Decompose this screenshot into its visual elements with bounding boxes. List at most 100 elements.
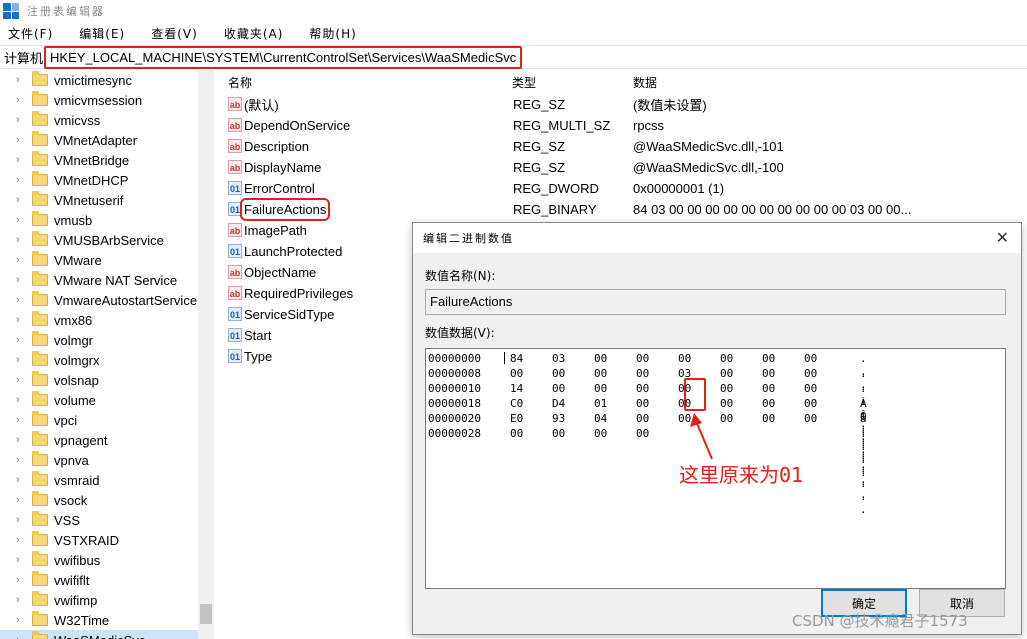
value-row[interactable]: 01 ErrorControl REG_DWORD 0x00000001 (1) — [222, 178, 1027, 199]
hex-byte[interactable]: 00 — [720, 352, 733, 365]
hex-byte[interactable]: 00 — [594, 427, 607, 440]
hex-byte[interactable]: 00 — [762, 412, 775, 425]
tree-item[interactable]: › vsmraid — [0, 470, 213, 490]
tree-item[interactable]: › vpnva — [0, 450, 213, 470]
hex-byte[interactable]: 00 — [594, 352, 607, 365]
chevron-right-icon[interactable]: › — [16, 574, 26, 586]
hex-byte[interactable]: 00 — [552, 427, 565, 440]
tree-item[interactable]: › VMnetAdapter — [0, 130, 213, 150]
tree-item[interactable]: › VMnetDHCP — [0, 170, 213, 190]
tree-item[interactable]: › vsock — [0, 490, 213, 510]
tree-scrollbar[interactable] — [198, 70, 214, 639]
hex-byte[interactable]: 00 — [678, 412, 691, 425]
hex-byte[interactable]: 00 — [594, 382, 607, 395]
value-row[interactable]: ab (默认) REG_SZ (数值未设置) — [222, 94, 1027, 115]
chevron-right-icon[interactable]: › — [16, 514, 26, 526]
tree-item[interactable]: › VmwareAutostartService — [0, 290, 213, 310]
tree-item[interactable]: › vwififlt — [0, 570, 213, 590]
hex-byte[interactable]: 00 — [804, 382, 817, 395]
menu-item[interactable]: 收藏夹(A) — [224, 25, 284, 42]
tree-item[interactable]: › vpnagent — [0, 430, 213, 450]
hex-byte[interactable]: 00 — [762, 352, 775, 365]
tree-item[interactable]: › WaaSMedicSvc — [0, 630, 213, 639]
menu-item[interactable]: 帮助(H) — [309, 25, 356, 42]
hex-byte[interactable]: 93 — [552, 412, 565, 425]
tree-item[interactable]: › vmx86 — [0, 310, 213, 330]
tree-item[interactable]: › volume — [0, 390, 213, 410]
hex-byte[interactable]: 01 — [594, 397, 607, 410]
chevron-right-icon[interactable]: › — [16, 214, 26, 226]
menu-item[interactable]: 文件(F) — [8, 25, 53, 42]
column-header-type[interactable]: 类型 — [512, 74, 536, 91]
tree-item[interactable]: › VMware — [0, 250, 213, 270]
hex-byte[interactable]: 00 — [678, 352, 691, 365]
hex-byte[interactable]: 00 — [720, 367, 733, 380]
chevron-right-icon[interactable]: › — [16, 234, 26, 246]
key-tree[interactable]: › vmictimesync › vmicvmsession › vmicvss › VMne… — [0, 70, 214, 639]
hex-byte[interactable]: 00 — [636, 382, 649, 395]
address-path[interactable]: HKEY_LOCAL_MACHINE\SYSTEM\CurrentControl… — [44, 45, 523, 69]
chevron-right-icon[interactable]: › — [16, 174, 26, 186]
hex-byte[interactable]: 00 — [804, 412, 817, 425]
chevron-right-icon[interactable]: › — [16, 314, 26, 326]
tree-item[interactable]: › vmicvss — [0, 110, 213, 130]
hex-byte[interactable]: D4 — [552, 397, 565, 410]
value-row[interactable]: ab Description REG_SZ @WaaSMedicSvc.dll,-10… — [222, 136, 1027, 157]
chevron-right-icon[interactable]: › — [16, 154, 26, 166]
tree-item[interactable]: › VMware NAT Service — [0, 270, 213, 290]
hex-byte[interactable]: 00 — [636, 352, 649, 365]
tree-item[interactable]: › vpci — [0, 410, 213, 430]
tree-item[interactable]: › vmictimesync — [0, 70, 213, 90]
tree-item[interactable]: › VSS — [0, 510, 213, 530]
value-row[interactable]: ab DependOnService REG_MULTI_SZ rpcss — [222, 115, 1027, 136]
address-bar[interactable]: 计算机 HKEY_LOCAL_MACHINE\SYSTEM\CurrentCon… — [0, 45, 1027, 69]
tree-item[interactable]: › volsnap — [0, 370, 213, 390]
hex-byte[interactable]: 84 — [510, 352, 523, 365]
hex-byte[interactable]: 00 — [636, 412, 649, 425]
hex-byte[interactable]: 00 — [636, 427, 649, 440]
chevron-right-icon[interactable]: › — [16, 394, 26, 406]
hex-byte[interactable]: 03 — [678, 367, 691, 380]
chevron-right-icon[interactable]: › — [16, 374, 26, 386]
hex-byte[interactable]: 00 — [804, 352, 817, 365]
chevron-right-icon[interactable]: › — [16, 134, 26, 146]
chevron-right-icon[interactable]: › — [16, 274, 26, 286]
tree-item[interactable]: › vmusb — [0, 210, 213, 230]
hex-byte[interactable]: 00 — [678, 397, 691, 410]
tree-item[interactable]: › volmgrx — [0, 350, 213, 370]
tree-item[interactable]: › VSTXRAID — [0, 530, 213, 550]
chevron-right-icon[interactable]: › — [16, 414, 26, 426]
hex-byte[interactable]: 00 — [720, 397, 733, 410]
chevron-right-icon[interactable]: › — [16, 434, 26, 446]
chevron-right-icon[interactable]: › — [16, 554, 26, 566]
chevron-right-icon[interactable]: › — [16, 634, 26, 639]
tree-item[interactable]: › VMnetBridge — [0, 150, 213, 170]
chevron-right-icon[interactable]: › — [16, 74, 26, 86]
hex-byte[interactable]: E0 — [510, 412, 523, 425]
chevron-right-icon[interactable]: › — [16, 494, 26, 506]
tree-item[interactable]: › VMUSBArbService — [0, 230, 213, 250]
tree-item[interactable]: › vwifibus — [0, 550, 213, 570]
hex-byte[interactable]: 00 — [636, 367, 649, 380]
hex-byte[interactable]: 00 — [678, 382, 691, 395]
hex-byte[interactable]: 00 — [762, 397, 775, 410]
value-row[interactable]: ab DisplayName REG_SZ @WaaSMedicSvc.dll,-10… — [222, 157, 1027, 178]
hex-byte[interactable]: 00 — [804, 367, 817, 380]
chevron-right-icon[interactable]: › — [16, 114, 26, 126]
tree-item[interactable]: › vwifimp — [0, 590, 213, 610]
hex-byte[interactable]: 00 — [720, 382, 733, 395]
chevron-right-icon[interactable]: › — [16, 94, 26, 106]
hex-byte[interactable]: 00 — [594, 367, 607, 380]
chevron-right-icon[interactable]: › — [16, 334, 26, 346]
menu-item[interactable]: 编辑(E) — [79, 25, 125, 42]
tree-item[interactable]: › vmicvmsession — [0, 90, 213, 110]
menu-item[interactable]: 查看(V) — [151, 25, 198, 42]
chevron-right-icon[interactable]: › — [16, 354, 26, 366]
hex-byte[interactable]: 00 — [510, 367, 523, 380]
hex-byte[interactable]: C0 — [510, 397, 523, 410]
tree-item[interactable]: › W32Time — [0, 610, 213, 630]
column-header-data[interactable]: 数据 — [633, 74, 657, 91]
tree-scrollbar-thumb[interactable] — [200, 604, 212, 624]
hex-byte[interactable]: 04 — [594, 412, 607, 425]
hex-byte[interactable]: 00 — [636, 397, 649, 410]
